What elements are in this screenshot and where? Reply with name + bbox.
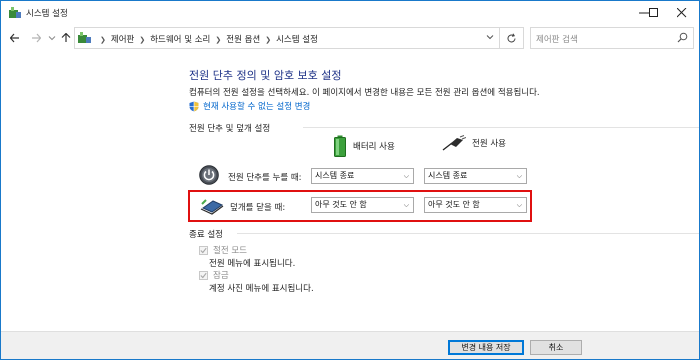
lock-checkbox-label: 잠금 (213, 271, 229, 281)
address-bar[interactable]: ❯ 제어판 ❯ 하드웨어 및 소리 ❯ 전원 옵션 ❯ 시스템 설정 (74, 27, 500, 49)
battery-column-header: 배터리 사용 (333, 135, 395, 157)
window-title: 시스템 설정 (26, 9, 68, 19)
checkmark-icon (200, 272, 207, 278)
forward-arrow-icon (32, 33, 41, 43)
title-bar: 시스템 설정 (1, 1, 699, 25)
sleep-checkbox-label: 절전 모드 (213, 246, 247, 256)
checkmark-icon (200, 247, 207, 253)
power-button-icon (199, 165, 219, 185)
shutdown-section-header: 종료 설정 (189, 230, 223, 240)
plugged-in-column-label: 전원 사용 (472, 139, 506, 149)
control-panel-icon (9, 7, 21, 18)
page-title: 전원 단추 정의 및 암호 보호 설정 (189, 69, 342, 82)
maximize-icon (649, 8, 658, 17)
uac-shield-icon (189, 101, 199, 111)
admin-settings-link-row[interactable]: 현재 사용할 수 없는 설정 변경 (189, 100, 310, 112)
battery-icon (334, 135, 346, 157)
chevron-down-icon (48, 36, 56, 41)
battery-column-label: 배터리 사용 (353, 142, 395, 152)
breadcrumb-item[interactable]: 전원 옵션 (226, 33, 260, 45)
select-value: 시스템 종료 (428, 171, 468, 180)
back-button[interactable] (7, 29, 23, 47)
save-changes-button[interactable]: 변경 내용 저장 (448, 340, 524, 355)
forward-button[interactable] (28, 29, 44, 47)
refresh-button[interactable] (500, 27, 524, 49)
address-toolbar: ❯ 제어판 ❯ 하드웨어 및 소리 ❯ 전원 옵션 ❯ 시스템 설정 제어판 검색 (1, 25, 699, 51)
close-button[interactable] (665, 1, 699, 25)
up-button[interactable] (58, 29, 74, 47)
search-input[interactable]: 제어판 검색 (530, 27, 694, 49)
highlight-box (188, 190, 532, 222)
control-panel-icon (78, 32, 91, 43)
breadcrumb: ❯ 제어판 ❯ 하드웨어 및 소리 ❯ 전원 옵션 ❯ 시스템 설정 (95, 33, 318, 45)
breadcrumb-item[interactable]: 하드웨어 및 소리 (150, 33, 210, 45)
address-dropdown-button[interactable] (486, 33, 494, 43)
change-unavailable-settings-link[interactable]: 현재 사용할 수 없는 설정 변경 (203, 100, 310, 112)
breadcrumb-separator-icon[interactable]: ❯ (215, 36, 221, 44)
power-button-row-label: 전원 단추를 누를 때: (228, 173, 302, 183)
chevron-down-icon: ⌵ (516, 172, 522, 180)
section-divider (237, 233, 699, 234)
page-description: 컴퓨터의 전원 설정을 선택하세요. 이 페이지에서 변경한 내용은 모든 전원… (189, 88, 540, 98)
sleep-description: 전원 메뉴에 표시됩니다. (209, 259, 296, 269)
breadcrumb-separator-icon: ❯ (100, 36, 106, 44)
refresh-icon (507, 33, 516, 42)
plugged-in-column-header: 전원 사용 (442, 135, 506, 151)
search-placeholder: 제어판 검색 (536, 35, 578, 45)
chevron-down-icon: ⌵ (403, 172, 409, 180)
sleep-checkbox[interactable]: 절전 모드 (199, 244, 247, 256)
chevron-down-icon (486, 35, 494, 40)
button-bar: 변경 내용 저장 취소 (1, 331, 699, 359)
breadcrumb-item[interactable]: 제어판 (111, 33, 134, 45)
up-arrow-icon (61, 33, 71, 42)
select-value: 시스템 종료 (315, 171, 355, 180)
control-panel-window: 시스템 설정 ❯ 제어판 ❯ 하드웨어 및 소리 ❯ 전원 옵션 ❯ 시스템 설… (0, 0, 700, 360)
checkbox-box[interactable] (199, 245, 208, 255)
cancel-button[interactable]: 취소 (530, 340, 582, 355)
power-plug-icon (442, 135, 466, 151)
main-content: 전원 단추 정의 및 암호 보호 설정 컴퓨터의 전원 설정을 선택하세요. 이… (1, 51, 699, 331)
breadcrumb-item[interactable]: 시스템 설정 (276, 33, 318, 45)
power-section-header: 전원 단추 및 덮개 설정 (189, 124, 271, 134)
close-icon (677, 8, 687, 18)
section-divider (303, 127, 699, 128)
lock-description: 계정 사진 메뉴에 표시됩니다. (209, 284, 314, 294)
checkbox-box[interactable] (199, 270, 208, 280)
power-button-battery-select[interactable]: 시스템 종료 ⌵ (311, 168, 414, 184)
lock-checkbox[interactable]: 잠금 (199, 269, 229, 281)
search-icon (677, 32, 688, 43)
breadcrumb-separator-icon[interactable]: ❯ (139, 36, 145, 44)
back-arrow-icon (10, 33, 19, 43)
breadcrumb-separator-icon[interactable]: ❯ (265, 36, 271, 44)
power-button-plugged-select[interactable]: 시스템 종료 ⌵ (424, 168, 527, 184)
